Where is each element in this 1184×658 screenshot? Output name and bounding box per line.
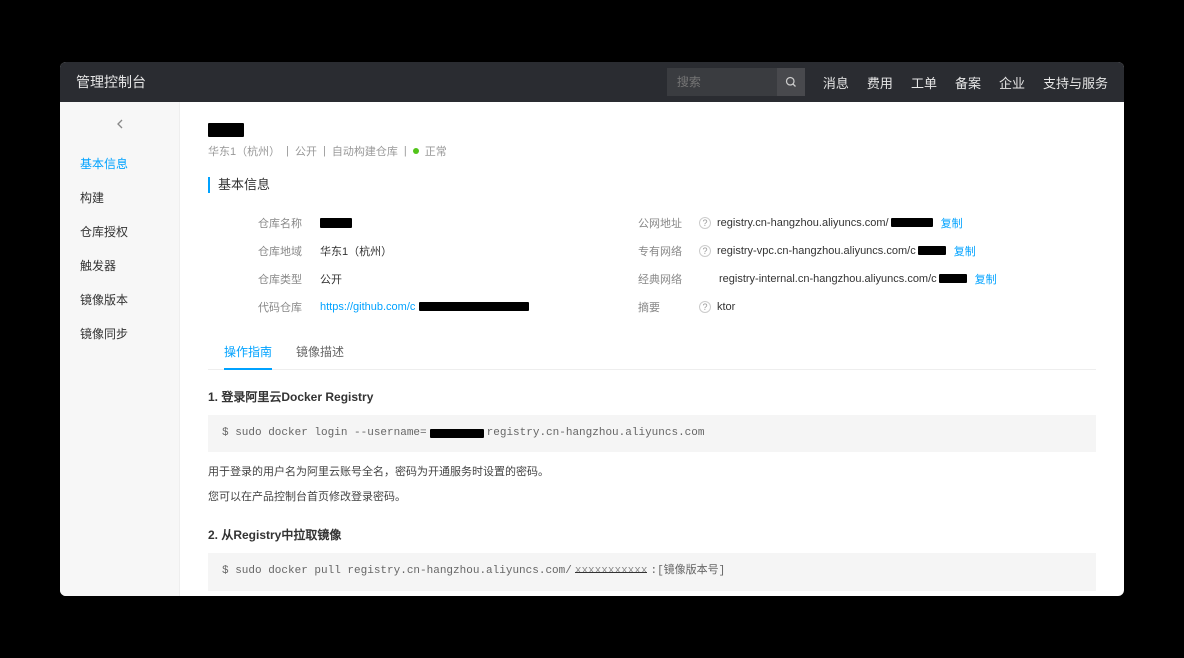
sidebar-item-image-sync[interactable]: 镜像同步 bbox=[60, 316, 179, 350]
sidebar: 基本信息 构建 仓库授权 触发器 镜像版本 镜像同步 bbox=[60, 102, 180, 596]
redacted-repo-name bbox=[320, 218, 352, 228]
copy-link-classic[interactable]: 复制 bbox=[975, 271, 997, 287]
info-row-repo-source: 代码仓库 https://github.com/c bbox=[258, 293, 618, 321]
redacted-username bbox=[430, 429, 484, 438]
nav-billing[interactable]: 费用 bbox=[867, 73, 893, 92]
info-left: 仓库名称 仓库地域 华东1（杭州） 仓库类型 公开 代码仓库 bbox=[258, 209, 618, 321]
help-icon[interactable]: ? bbox=[699, 245, 711, 257]
info-row-repo-region: 仓库地域 华东1（杭州） bbox=[258, 237, 618, 265]
sidebar-item-build[interactable]: 构建 bbox=[60, 180, 179, 214]
guide: 1. 登录阿里云Docker Registry $ sudo docker lo… bbox=[208, 388, 1096, 596]
guide-step-1-title: 1. 登录阿里云Docker Registry bbox=[208, 388, 1096, 405]
console-title: 管理控制台 bbox=[76, 72, 146, 92]
breadcrumb-region: 华东1（杭州） bbox=[208, 143, 280, 159]
info-right: 公网地址 ? registry.cn-hangzhou.aliyuncs.com… bbox=[638, 209, 1076, 321]
sidebar-item-image-versions[interactable]: 镜像版本 bbox=[60, 282, 179, 316]
copy-link-public[interactable]: 复制 bbox=[941, 215, 963, 231]
sidebar-item-basic-info[interactable]: 基本信息 bbox=[60, 146, 179, 180]
main-content: 华东1（杭州） | 公开 | 自动构建仓库 | 正常 基本信息 仓库名称 bbox=[180, 102, 1124, 596]
tab-description[interactable]: 镜像描述 bbox=[296, 335, 344, 370]
breadcrumb-status: 正常 bbox=[425, 143, 447, 159]
info-row-repo-type: 仓库类型 公开 bbox=[258, 265, 618, 293]
search-box bbox=[667, 68, 805, 96]
tabs: 操作指南 镜像描述 bbox=[208, 335, 1096, 370]
code-block-login: $ sudo docker login --username= registry… bbox=[208, 415, 1096, 453]
breadcrumb-build: 自动构建仓库 bbox=[332, 143, 398, 159]
redacted-path: xxxxxxxxxxx bbox=[575, 563, 648, 581]
nav-tickets[interactable]: 工单 bbox=[911, 73, 937, 92]
guide-text-1a: 用于登录的用户名为阿里云账号全名，密码为开通服务时设置的密码。 bbox=[208, 462, 1096, 483]
nav-messages[interactable]: 消息 bbox=[823, 73, 849, 92]
search-input[interactable] bbox=[667, 75, 777, 89]
redacted-address bbox=[939, 274, 967, 283]
info-grid: 仓库名称 仓库地域 华东1（杭州） 仓库类型 公开 代码仓库 bbox=[208, 209, 1096, 321]
redacted-address bbox=[891, 218, 933, 227]
nav-icp[interactable]: 备案 bbox=[955, 73, 981, 92]
info-row-public-address: 公网地址 ? registry.cn-hangzhou.aliyuncs.com… bbox=[638, 209, 1076, 237]
top-nav: 消息 费用 工单 备案 企业 支持与服务 bbox=[823, 73, 1108, 92]
tab-guide[interactable]: 操作指南 bbox=[224, 335, 272, 370]
search-button[interactable] bbox=[777, 68, 805, 96]
guide-step-2-title: 2. 从Registry中拉取镜像 bbox=[208, 526, 1096, 543]
guide-text-1b: 您可以在产品控制台首页修改登录密码。 bbox=[208, 487, 1096, 508]
status-dot-icon bbox=[413, 148, 419, 154]
back-button[interactable] bbox=[60, 102, 179, 146]
code-block-pull: $ sudo docker pull registry.cn-hangzhou.… bbox=[208, 553, 1096, 591]
help-icon[interactable]: ? bbox=[699, 301, 711, 313]
search-icon bbox=[785, 76, 797, 88]
help-icon[interactable]: ? bbox=[699, 217, 711, 229]
redacted-address bbox=[918, 246, 946, 255]
page-title-redacted bbox=[208, 122, 1096, 137]
github-link[interactable]: https://github.com/c bbox=[320, 301, 415, 313]
redacted-github-path bbox=[419, 302, 529, 311]
topbar: 管理控制台 消息 费用 工单 备案 企业 支持与服务 bbox=[60, 62, 1124, 102]
sidebar-item-repo-auth[interactable]: 仓库授权 bbox=[60, 214, 179, 248]
info-row-vpc-address: 专有网络 ? registry-vpc.cn-hangzhou.aliyuncs… bbox=[638, 237, 1076, 265]
section-title: 基本信息 bbox=[208, 177, 1096, 193]
chevron-left-icon bbox=[112, 116, 128, 132]
breadcrumb: 华东1（杭州） | 公开 | 自动构建仓库 | 正常 bbox=[208, 143, 1096, 159]
info-row-repo-name: 仓库名称 bbox=[258, 209, 618, 237]
breadcrumb-visibility: 公开 bbox=[295, 143, 317, 159]
copy-link-vpc[interactable]: 复制 bbox=[954, 243, 976, 259]
sidebar-item-triggers[interactable]: 触发器 bbox=[60, 248, 179, 282]
info-row-classic-address: 经典网络 registry-internal.cn-hangzhou.aliyu… bbox=[638, 265, 1076, 293]
info-row-summary: 摘要 ? ktor bbox=[638, 293, 1076, 321]
nav-enterprise[interactable]: 企业 bbox=[999, 73, 1025, 92]
nav-support[interactable]: 支持与服务 bbox=[1043, 73, 1108, 92]
